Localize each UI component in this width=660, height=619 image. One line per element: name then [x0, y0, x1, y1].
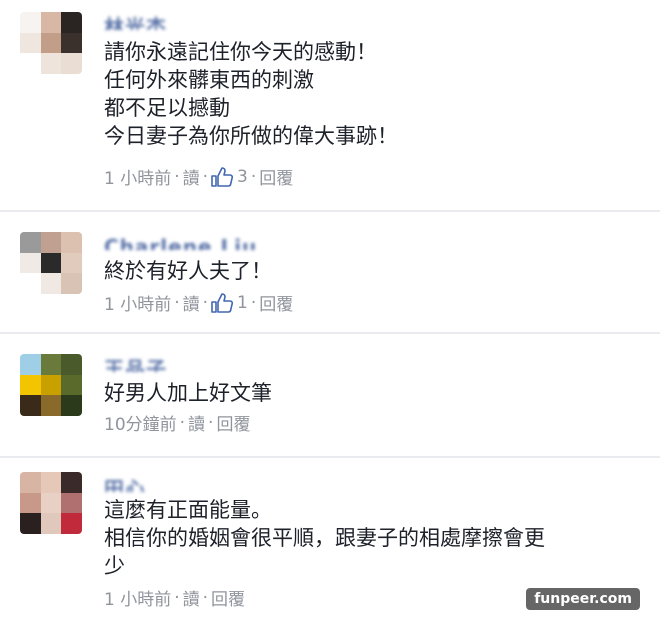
reply-link[interactable]: 回覆: [259, 164, 293, 189]
comment-line: 少: [104, 554, 125, 578]
watermark: funpeer.com: [526, 588, 640, 610]
comment-meta: 1 小時前 · 讀 · 3 · 回覆: [104, 164, 293, 190]
comment-text: 好男人加上好文筆: [104, 379, 646, 407]
separator: ·: [202, 166, 209, 187]
thumbs-up-icon[interactable]: [211, 292, 234, 313]
read-link[interactable]: 讀: [188, 410, 205, 435]
comment-text: 終於有好人夫了！: [104, 257, 646, 285]
comment-author[interactable]: 王品子: [104, 358, 167, 372]
thumbs-up-icon[interactable]: [211, 166, 234, 187]
timestamp[interactable]: 10分鐘前: [104, 410, 177, 435]
avatar[interactable]: [20, 354, 82, 416]
separator: ·: [179, 412, 186, 433]
comment-author[interactable]: 林光杰: [104, 16, 167, 30]
comment-line: 都不足以撼動: [104, 96, 230, 120]
comment-line: 這麼有正面能量。: [104, 498, 272, 522]
read-link[interactable]: 讀: [183, 585, 200, 610]
like-count[interactable]: 3: [237, 167, 248, 187]
comment-meta: 1 小時前 · 讀 · 1 · 回覆: [104, 290, 293, 316]
reply-link[interactable]: 回覆: [216, 410, 250, 435]
comment-author[interactable]: Charlene Liu: [104, 236, 257, 250]
read-link[interactable]: 讀: [183, 290, 200, 315]
separator: ·: [208, 412, 214, 433]
separator: ·: [174, 587, 180, 608]
separator: ·: [202, 587, 209, 608]
timestamp[interactable]: 1 小時前: [104, 585, 171, 610]
avatar[interactable]: [20, 232, 82, 294]
separator: ·: [250, 292, 257, 313]
separator: ·: [174, 166, 180, 187]
comment-author[interactable]: 田心: [104, 478, 146, 492]
comment-line: 好男人加上好文筆: [104, 381, 272, 405]
comment-text: 請你永遠記住你今天的感動！ 任何外來髒東西的刺激 都不足以撼動 今日妻子為你所做…: [104, 38, 646, 150]
comment-3: 王品子 好男人加上好文筆 10分鐘前 · 讀 · 回覆: [0, 332, 660, 456]
comment-line: 請你永遠記住你今天的感動！: [104, 40, 377, 64]
comment-line: 終於有好人夫了！: [104, 259, 272, 283]
comment-text: 這麼有正面能量。 相信你的婚姻會很平順，跟妻子的相處摩擦會更 少: [104, 496, 646, 580]
separator: ·: [174, 292, 180, 313]
comment-2: Charlene Liu 終於有好人夫了！ 1 小時前 · 讀 · 1 · 回覆: [0, 210, 660, 332]
comment-line: 今日妻子為你所做的偉大事跡！: [104, 124, 398, 148]
comment-line: 任何外來髒東西的刺激: [104, 68, 314, 92]
timestamp[interactable]: 1 小時前: [104, 164, 171, 189]
separator: ·: [202, 292, 209, 313]
comment-1: 林光杰 請你永遠記住你今天的感動！ 任何外來髒東西的刺激 都不足以撼動 今日妻子…: [0, 0, 660, 210]
separator: ·: [250, 166, 257, 187]
reply-link[interactable]: 回覆: [259, 290, 293, 315]
timestamp[interactable]: 1 小時前: [104, 290, 171, 315]
avatar[interactable]: [20, 12, 82, 74]
comment-meta: 10分鐘前 · 讀 · 回覆: [104, 410, 250, 436]
comment-meta: 1 小時前 · 讀 · 回覆: [104, 585, 245, 611]
avatar[interactable]: [20, 472, 82, 534]
reply-link[interactable]: 回覆: [211, 585, 245, 610]
like-count[interactable]: 1: [237, 293, 248, 313]
comment-line: 相信你的婚姻會很平順，跟妻子的相處摩擦會更: [104, 526, 545, 550]
read-link[interactable]: 讀: [183, 164, 200, 189]
